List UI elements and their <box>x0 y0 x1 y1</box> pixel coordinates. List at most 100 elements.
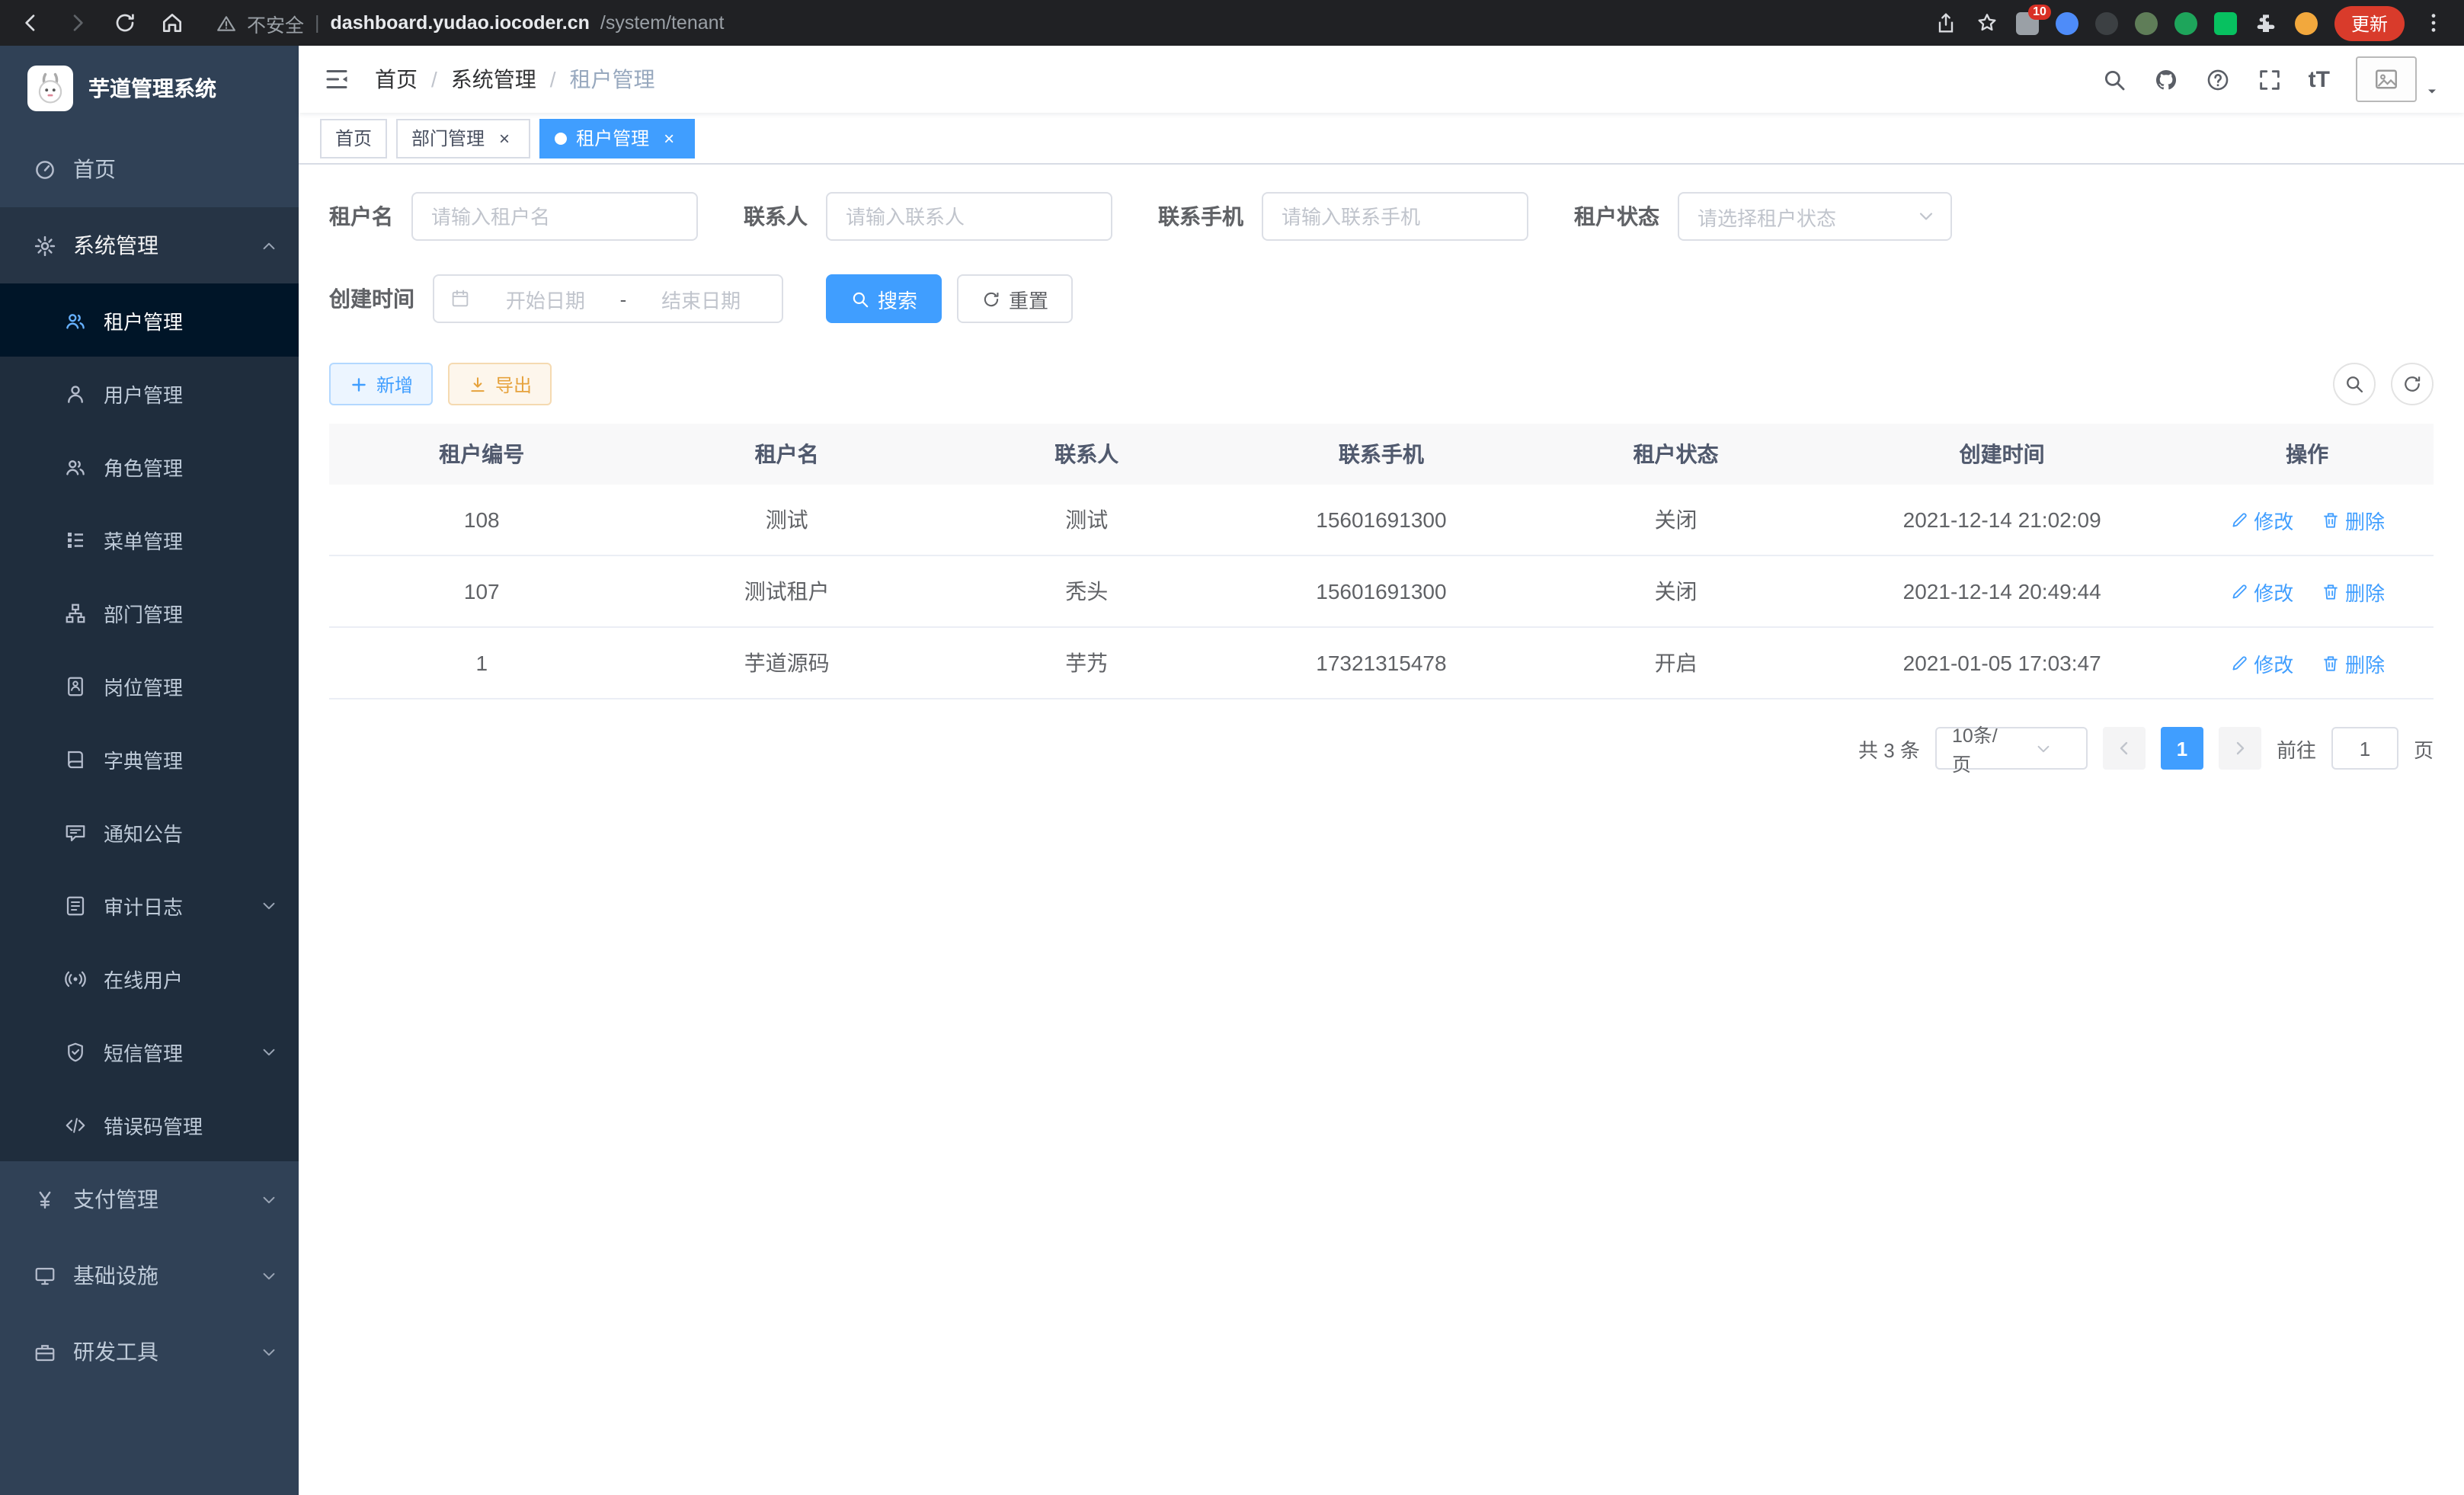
table-header: 租户编号 租户名 联系人 联系手机 租户状态 创建时间 操作 <box>329 424 2434 485</box>
sidebar-item-home[interactable]: 首页 <box>0 131 299 207</box>
chevron-down-icon <box>261 1043 277 1060</box>
delete-link[interactable]: 删除 <box>2321 577 2385 606</box>
bookmark-star-icon[interactable] <box>1975 11 1999 35</box>
date-start: 开始日期 <box>480 284 611 313</box>
breadcrumb-system[interactable]: 系统管理 <box>451 64 536 94</box>
filter-row-1: 租户名 联系人 联系手机 租户状态 请选择租户状态 <box>329 192 2434 241</box>
search-icon <box>850 289 870 309</box>
ext-icon-3[interactable] <box>2095 11 2118 34</box>
edit-link[interactable]: 修改 <box>2229 577 2293 606</box>
users-icon <box>64 309 87 331</box>
sidebar-item-audit-log[interactable]: 审计日志 <box>0 869 299 942</box>
contact-input[interactable] <box>826 192 1112 241</box>
close-icon[interactable]: × <box>658 127 680 149</box>
phone-input[interactable] <box>1262 192 1528 241</box>
app-header: 首页 / 系统管理 / 租户管理 tT <box>299 46 2464 113</box>
github-icon[interactable] <box>2153 66 2179 92</box>
sidebar-item-tenant[interactable]: 租户管理 <box>0 283 299 357</box>
share-icon[interactable] <box>1934 11 1958 35</box>
delete-link[interactable]: 删除 <box>2321 648 2385 677</box>
broadcast-icon <box>64 967 87 990</box>
search-icon[interactable] <box>2101 66 2127 92</box>
plus-icon <box>349 374 369 394</box>
refresh-table-button[interactable] <box>2391 363 2434 405</box>
sidebar-item-dev-tools[interactable]: 研发工具 <box>0 1314 299 1390</box>
sidebar-item-role[interactable]: 角色管理 <box>0 430 299 503</box>
address-bar[interactable]: 不安全 | dashboard.yudao.iocoder.cn/system/… <box>216 8 725 37</box>
edit-icon <box>2229 510 2249 530</box>
next-page-button[interactable] <box>2219 727 2261 770</box>
breadcrumb-home[interactable]: 首页 <box>375 64 418 94</box>
sidebar-item-menu[interactable]: 菜单管理 <box>0 503 299 576</box>
sidebar-toggle-icon[interactable] <box>323 66 350 93</box>
screen: 不安全 | dashboard.yudao.iocoder.cn/system/… <box>0 0 2464 1495</box>
export-button[interactable]: 导出 <box>448 363 552 405</box>
help-icon[interactable] <box>2205 66 2231 92</box>
user-avatar-menu[interactable] <box>2356 56 2440 102</box>
browser-menu-icon[interactable] <box>2421 11 2446 35</box>
chevron-down-icon <box>261 1191 277 1208</box>
create-time-label: 创建时间 <box>329 283 414 314</box>
ext-icon-4[interactable] <box>2135 11 2158 34</box>
sidebar-item-sms[interactable]: 短信管理 <box>0 1015 299 1088</box>
browser-forward-icon[interactable] <box>66 11 90 35</box>
page-content: 租户名 联系人 联系手机 租户状态 请选择租户状态 <box>299 165 2464 1495</box>
font-size-icon[interactable]: tT <box>2309 66 2330 92</box>
search-button[interactable]: 搜索 <box>826 274 942 323</box>
reset-button[interactable]: 重置 <box>957 274 1073 323</box>
security-label: 不安全 <box>247 8 304 37</box>
sidebar-item-online-user[interactable]: 在线用户 <box>0 942 299 1015</box>
ext-icon-6[interactable] <box>2214 11 2237 34</box>
sidebar-menu: 首页 系统管理 租户管理 用户管理 <box>0 131 299 1495</box>
code-icon <box>64 1113 87 1136</box>
sidebar-item-pay[interactable]: 支付管理 <box>0 1161 299 1237</box>
delete-link[interactable]: 删除 <box>2321 505 2385 534</box>
sidebar-item-user[interactable]: 用户管理 <box>0 357 299 430</box>
chevron-down-icon <box>2013 740 2074 757</box>
close-icon[interactable]: × <box>494 127 515 149</box>
show-search-button[interactable] <box>2333 363 2376 405</box>
browser-back-icon[interactable] <box>18 11 43 35</box>
ext-icon-5[interactable] <box>2174 11 2197 34</box>
sidebar-item-dict[interactable]: 字典管理 <box>0 722 299 796</box>
edit-link[interactable]: 修改 <box>2229 648 2293 677</box>
date-end: 结束日期 <box>635 284 766 313</box>
tab-tenant[interactable]: 租户管理 × <box>539 118 695 158</box>
profile-avatar-icon[interactable] <box>2295 11 2318 34</box>
sidebar-item-system[interactable]: 系统管理 <box>0 207 299 283</box>
date-range-picker[interactable]: 开始日期 - 结束日期 <box>433 274 783 323</box>
page-number-1[interactable]: 1 <box>2161 727 2203 770</box>
sidebar-item-post[interactable]: 岗位管理 <box>0 649 299 722</box>
tenant-table: 租户编号 租户名 联系人 联系手机 租户状态 创建时间 操作 108 测试 测试… <box>329 424 2434 699</box>
tab-home[interactable]: 首页 <box>320 118 387 158</box>
sidebar-item-dept[interactable]: 部门管理 <box>0 576 299 649</box>
chevron-up-icon <box>261 237 277 254</box>
message-bubble-icon <box>64 821 87 844</box>
ext-icon-2[interactable] <box>2056 11 2078 34</box>
ext-icon-1[interactable]: 10 <box>2016 11 2039 34</box>
tab-dept[interactable]: 部门管理 × <box>396 118 530 158</box>
logo-image <box>27 66 73 111</box>
sidebar-submenu-system: 租户管理 用户管理 角色管理 菜单管理 <box>0 283 299 1161</box>
edit-link[interactable]: 修改 <box>2229 505 2293 534</box>
tenant-name-input[interactable] <box>411 192 698 241</box>
sidebar-item-error-code[interactable]: 错误码管理 <box>0 1088 299 1161</box>
status-text: 关闭 <box>1528 504 1823 535</box>
menu-list-icon <box>64 528 87 551</box>
browser-home-icon[interactable] <box>160 11 184 35</box>
header-tools: tT <box>2101 56 2440 102</box>
extensions-puzzle-icon[interactable] <box>2254 11 2278 35</box>
sidebar-item-notice[interactable]: 通知公告 <box>0 796 299 869</box>
fullscreen-icon[interactable] <box>2257 66 2283 92</box>
status-label: 租户状态 <box>1574 201 1659 232</box>
app-logo[interactable]: 芋道管理系统 <box>0 46 299 131</box>
page-size-select[interactable]: 10条/页 <box>1935 727 2088 770</box>
goto-page-input[interactable] <box>2331 727 2398 770</box>
add-button[interactable]: 新增 <box>329 363 433 405</box>
id-badge-icon <box>64 674 87 697</box>
sidebar-item-infra[interactable]: 基础设施 <box>0 1237 299 1314</box>
browser-update-button[interactable]: 更新 <box>2334 5 2405 40</box>
prev-page-button[interactable] <box>2103 727 2146 770</box>
status-select[interactable]: 请选择租户状态 <box>1678 192 1952 241</box>
browser-reload-icon[interactable] <box>113 11 137 35</box>
